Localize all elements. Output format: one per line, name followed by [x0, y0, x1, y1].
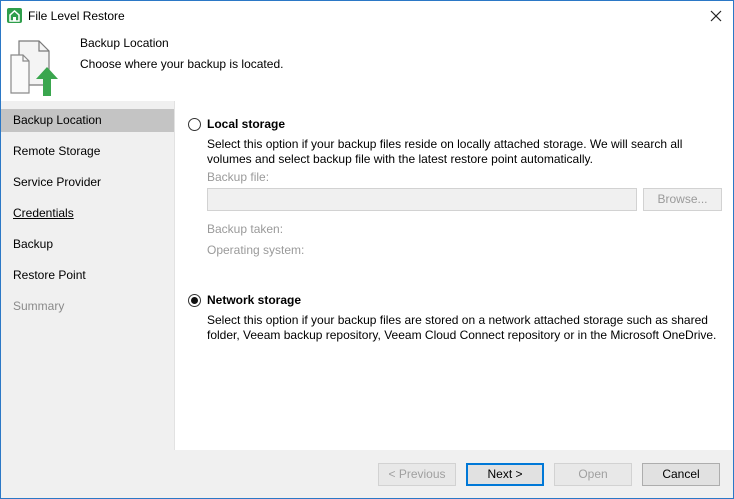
browse-button: Browse...	[643, 188, 722, 211]
backup-file-input	[207, 188, 637, 211]
operating-system-label: Operating system:	[207, 243, 305, 257]
local-storage-description-line1: Select this option if your backup files …	[207, 137, 683, 151]
nav-step-label: Summary	[13, 299, 65, 313]
local-storage-description-line2: volumes and select backup file with the …	[207, 152, 593, 166]
backup-taken-label: Backup taken:	[207, 222, 284, 236]
open-button: Open	[554, 463, 632, 486]
nav-step-backup[interactable]: Backup	[1, 233, 174, 256]
nav-step-label: Remote Storage	[13, 144, 101, 158]
nav-step-service-provider[interactable]: Service Provider	[1, 171, 174, 194]
nav-step-label: Backup Location	[13, 113, 102, 127]
nav-step-label: Backup	[13, 237, 54, 251]
cancel-button[interactable]: Cancel	[642, 463, 720, 486]
file-restore-icon	[9, 37, 65, 97]
backup-file-label: Backup file:	[207, 170, 270, 184]
nav-step-backup-location[interactable]: Backup Location	[1, 109, 174, 132]
window-title: File Level Restore	[28, 9, 125, 23]
wizard-header: Backup Location Choose where your backup…	[1, 31, 733, 101]
nav-step-credentials[interactable]: Credentials	[1, 202, 174, 225]
restore-app-icon	[7, 8, 22, 23]
file-level-restore-window: File Level Restore Backup Location Choos…	[0, 0, 734, 499]
nav-step-summary: Summary	[1, 295, 174, 318]
local-storage-radio[interactable]	[188, 118, 201, 131]
previous-button: < Previous	[378, 463, 456, 486]
nav-step-remote-storage[interactable]: Remote Storage	[1, 140, 174, 163]
title-bar: File Level Restore	[1, 1, 733, 31]
wizard-footer: < Previous Next > Open Cancel	[1, 450, 733, 498]
network-storage-description-line1: Select this option if your backup files …	[207, 313, 708, 327]
nav-step-label: Service Provider	[13, 175, 102, 189]
next-button[interactable]: Next >	[466, 463, 544, 486]
page-subtitle: Choose where your backup is located.	[80, 57, 284, 71]
nav-step-restore-point[interactable]: Restore Point	[1, 264, 174, 287]
network-storage-title[interactable]: Network storage	[207, 293, 301, 307]
close-icon	[710, 10, 722, 22]
local-storage-title[interactable]: Local storage	[207, 117, 285, 131]
nav-step-label: Restore Point	[13, 268, 86, 282]
step-content: Local storage Select this option if your…	[176, 101, 733, 450]
nav-step-label: Credentials	[13, 206, 74, 220]
page-title: Backup Location	[80, 36, 169, 50]
network-storage-description-line2: folder, Veeam backup repository, Veeam C…	[207, 328, 717, 342]
wizard-steps-nav: Backup Location Remote Storage Service P…	[1, 101, 175, 450]
network-storage-radio[interactable]	[188, 294, 201, 307]
close-button[interactable]	[705, 5, 727, 27]
